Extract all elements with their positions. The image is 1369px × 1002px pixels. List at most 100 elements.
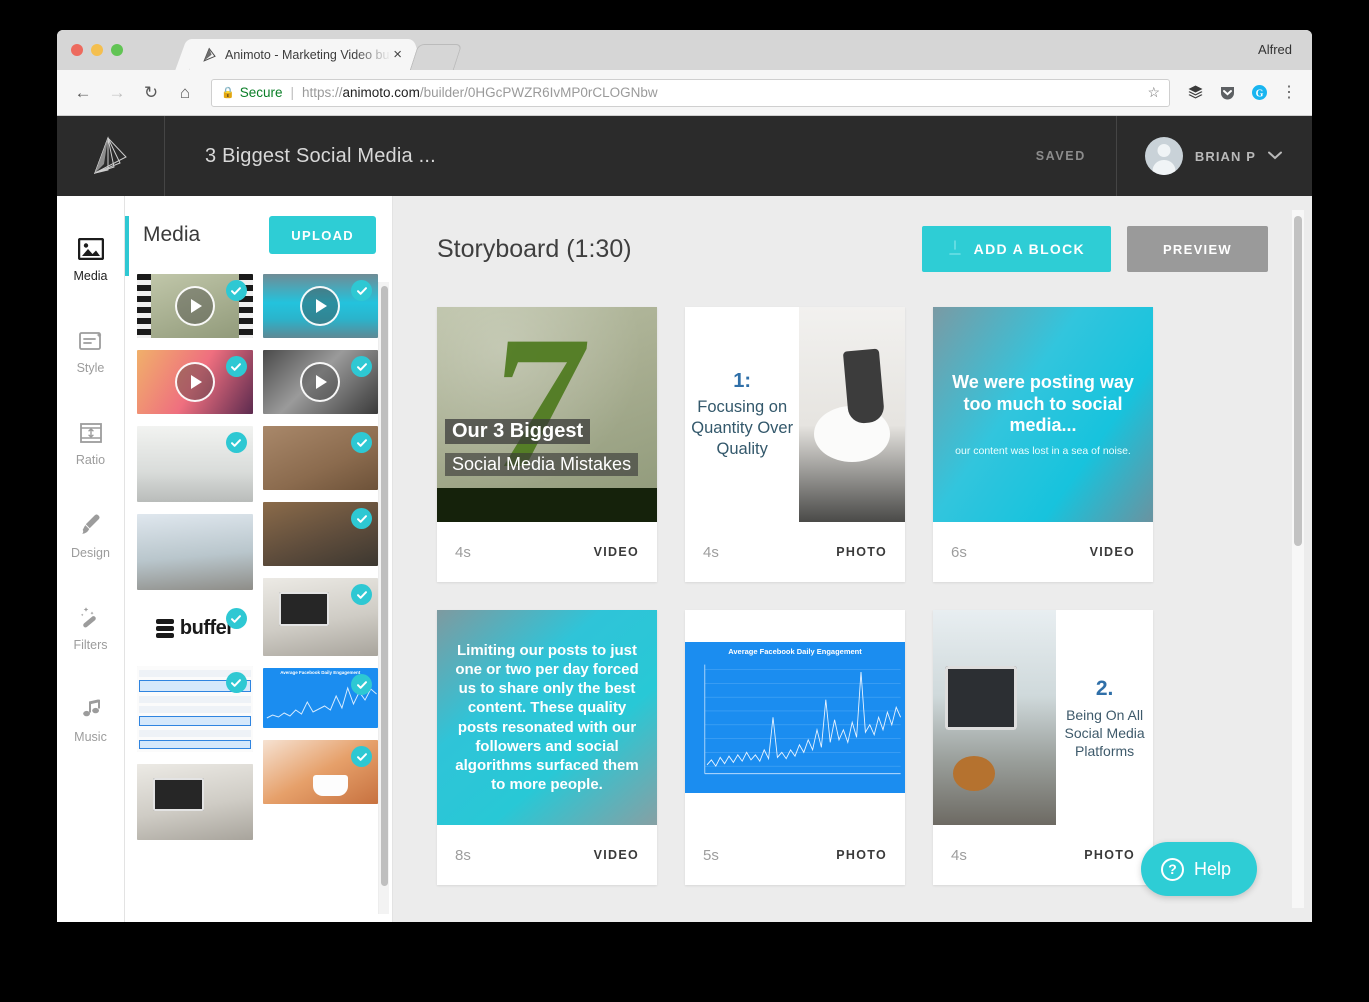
close-window-button[interactable] <box>71 44 83 56</box>
slide-body-text: Limiting our posts to just one or two pe… <box>455 641 639 794</box>
storyboard-card[interactable]: 7 Our 3 Biggest Social Media Mistakes 4s… <box>437 307 657 582</box>
paintbrush-icon <box>78 513 104 537</box>
storyboard-card-grid: 7 Our 3 Biggest Social Media Mistakes 4s… <box>393 272 1312 885</box>
card-thumbnail: We were posting way too much to social m… <box>933 307 1153 522</box>
media-thumbnail[interactable] <box>137 350 253 414</box>
back-button[interactable]: ← <box>69 79 97 107</box>
media-column-left: buffer <box>137 274 253 840</box>
storyboard-scrollbar[interactable] <box>1292 210 1304 908</box>
storyboard-panel: Storyboard (1:30) ADD A BLOCK PREVIEW 7 … <box>393 196 1312 922</box>
help-button[interactable]: ? Help <box>1140 842 1257 896</box>
app-logo-cell[interactable] <box>57 116 165 196</box>
media-thumbnail[interactable] <box>262 578 378 656</box>
media-panel-header: Media UPLOAD <box>125 196 392 274</box>
slide-graphic-seven: 7 <box>479 307 597 509</box>
browser-tab-inactive[interactable] <box>409 44 463 70</box>
selected-check-icon <box>225 432 247 453</box>
sidebar-item-ratio[interactable]: Ratio <box>57 398 124 490</box>
card-thumbnail: 7 Our 3 Biggest Social Media Mistakes <box>437 307 657 522</box>
card-thumbnail: Limiting our posts to just one or two pe… <box>437 610 657 825</box>
add-a-block-button[interactable]: ADD A BLOCK <box>921 226 1111 272</box>
media-thumbnail[interactable] <box>137 514 253 590</box>
save-status: SAVED <box>1035 149 1086 163</box>
selected-check-icon <box>351 280 372 301</box>
storyboard-card[interactable]: Average Facebook Daily Engagement 5s PHO… <box>685 610 905 885</box>
sidebar-item-style[interactable]: Style <box>57 306 124 398</box>
forward-button[interactable]: → <box>103 79 131 107</box>
media-thumbnail[interactable]: Average Facebook Daily Engagement <box>262 668 378 728</box>
media-thumbnail-scroll[interactable]: buffer Average Facebook Daily Engagement <box>125 274 392 922</box>
media-thumbnail[interactable] <box>262 274 378 338</box>
storyboard-card[interactable]: 2. Being On All Social Media Platforms 4… <box>933 610 1153 885</box>
play-icon <box>174 362 215 402</box>
scrollbar-thumb[interactable] <box>1294 216 1302 546</box>
svg-text:G: G <box>1255 88 1263 99</box>
maximize-window-button[interactable] <box>111 44 123 56</box>
sidebar-item-filters[interactable]: Filters <box>57 582 124 674</box>
user-name: BRIAN P <box>1194 148 1256 164</box>
home-button[interactable]: ⌂ <box>171 79 199 107</box>
buffer-logo-icon <box>155 618 174 638</box>
user-menu[interactable]: BRIAN P <box>1115 116 1312 196</box>
selected-check-icon <box>225 356 247 377</box>
browser-menu-icon[interactable]: ⋮ <box>1278 85 1300 100</box>
media-panel-title: Media <box>143 223 201 246</box>
reload-button[interactable]: ↻ <box>137 79 165 107</box>
selected-check-icon <box>351 432 372 453</box>
upload-button[interactable]: UPLOAD <box>269 216 376 254</box>
scrollbar-thumb[interactable] <box>381 286 388 886</box>
url-host: animoto.com <box>342 85 420 100</box>
browser-window: Animoto - Marketing Video buil × Alfred … <box>57 30 1312 922</box>
media-thumbnail[interactable] <box>262 350 378 414</box>
pocket-extension-icon[interactable] <box>1214 80 1240 106</box>
browser-profile-name[interactable]: Alfred <box>1258 42 1292 57</box>
card-footer: 6s VIDEO <box>933 522 1153 582</box>
browser-tab-active[interactable]: Animoto - Marketing Video buil × <box>190 39 410 70</box>
media-thumbnail[interactable] <box>262 426 378 490</box>
sidebar-item-label: Filters <box>73 637 108 652</box>
browser-tab-title: Animoto - Marketing Video buil <box>225 47 392 62</box>
card-thumbnail: 1: Focusing on Quantity Over Quality <box>685 307 905 522</box>
url-scheme: https:// <box>302 85 343 100</box>
omnibox-divider: | <box>290 85 294 100</box>
preview-button[interactable]: PREVIEW <box>1126 226 1268 272</box>
storyboard-card[interactable]: 1: Focusing on Quantity Over Quality 4s … <box>685 307 905 582</box>
address-bar[interactable]: 🔒 Secure | https://animoto.com/builder/0… <box>211 78 1170 107</box>
app-header: 3 Biggest Social Media ... SAVED BRIAN P <box>57 116 1312 196</box>
card-footer: 4s PHOTO <box>933 825 1153 885</box>
card-thumbnail: Average Facebook Daily Engagement <box>685 610 905 825</box>
media-panel-scrollbar[interactable] <box>378 282 389 914</box>
project-title[interactable]: 3 Biggest Social Media ... <box>165 145 1036 168</box>
media-column-right: Average Facebook Daily Engagement <box>262 274 378 840</box>
sidebar-item-music[interactable]: Music <box>57 674 124 766</box>
card-duration: 4s <box>703 543 719 561</box>
play-icon <box>300 362 341 402</box>
media-panel: Media UPLOAD buffer Average Facebook Dai… <box>125 196 393 922</box>
chevron-down-icon <box>1268 149 1282 163</box>
card-footer: 4s VIDEO <box>437 522 657 582</box>
sidebar-item-label: Music <box>74 729 107 744</box>
media-thumbnail[interactable] <box>137 426 253 502</box>
minimize-window-button[interactable] <box>91 44 103 56</box>
sidebar-item-design[interactable]: Design <box>57 490 124 582</box>
media-thumbnail[interactable] <box>137 666 253 752</box>
media-thumbnail[interactable] <box>137 274 253 338</box>
card-type-badge: VIDEO <box>593 545 639 559</box>
storyboard-card[interactable]: Limiting our posts to just one or two pe… <box>437 610 657 885</box>
sidebar-item-media[interactable]: Media <box>57 214 124 306</box>
animoto-app: 3 Biggest Social Media ... SAVED BRIAN P… <box>57 116 1312 922</box>
media-thumbnail[interactable] <box>262 740 378 804</box>
card-type-badge: PHOTO <box>836 545 887 559</box>
media-thumbnail[interactable] <box>262 502 378 566</box>
layers-extension-icon[interactable] <box>1182 80 1208 106</box>
sidebar-item-label: Media <box>73 268 108 283</box>
slide-number: 1: <box>733 369 752 392</box>
slide-headline: Our 3 Biggest <box>445 419 591 444</box>
grammarly-extension-icon[interactable]: G <box>1246 80 1272 106</box>
storyboard-card[interactable]: We were posting way too much to social m… <box>933 307 1153 582</box>
bookmark-star-icon[interactable]: ☆ <box>1147 84 1160 101</box>
close-tab-icon[interactable]: × <box>393 47 402 62</box>
play-icon <box>174 286 215 326</box>
media-thumbnail[interactable] <box>137 764 253 840</box>
media-thumbnail[interactable]: buffer <box>137 602 253 654</box>
